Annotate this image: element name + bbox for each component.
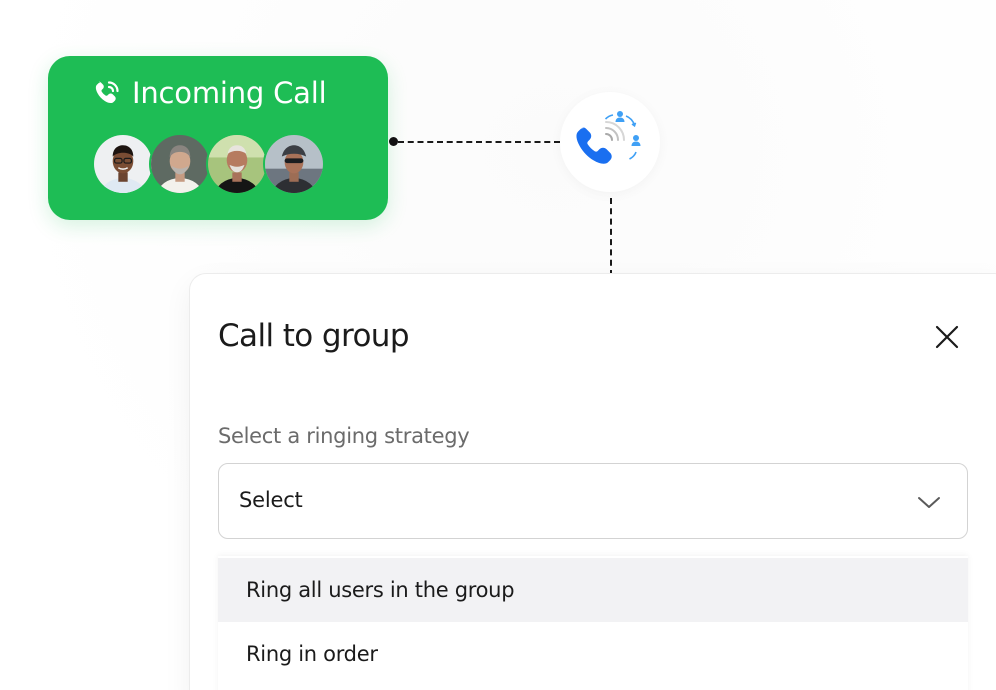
option-ring-all[interactable]: Ring all users in the group — [218, 558, 968, 622]
phone-ringing-icon — [92, 78, 122, 108]
avatar-person-3 — [206, 133, 268, 195]
call-to-group-dialog: Call to group Select a ringing strategy … — [190, 274, 996, 690]
ringing-strategy-label: Select a ringing strategy — [218, 424, 470, 448]
avatar-person-2 — [149, 133, 211, 195]
close-button[interactable] — [930, 320, 964, 354]
dialog-title: Call to group — [218, 318, 410, 354]
group-call-icon — [576, 111, 641, 164]
select-value: Select — [239, 488, 303, 512]
group-call-node — [560, 92, 660, 192]
option-ring-in-order[interactable]: Ring in order — [218, 622, 968, 686]
chevron-down-icon — [915, 488, 943, 516]
canvas: Incoming Call Call to group Select a rin… — [0, 0, 996, 690]
ringing-strategy-options: Ring all users in the group Ring in orde… — [218, 556, 968, 690]
incoming-call-card[interactable]: Incoming Call — [48, 56, 388, 220]
incoming-call-title: Incoming Call — [132, 76, 327, 110]
connector-line-horizontal — [398, 141, 560, 143]
close-icon — [935, 325, 959, 349]
ringing-strategy-select[interactable]: Select — [218, 463, 968, 539]
connector-dot — [389, 137, 398, 146]
connector-line-vertical — [610, 198, 612, 276]
avatar-person-1 — [92, 133, 154, 195]
incoming-call-header: Incoming Call — [92, 76, 327, 110]
avatar-person-4 — [263, 133, 325, 195]
